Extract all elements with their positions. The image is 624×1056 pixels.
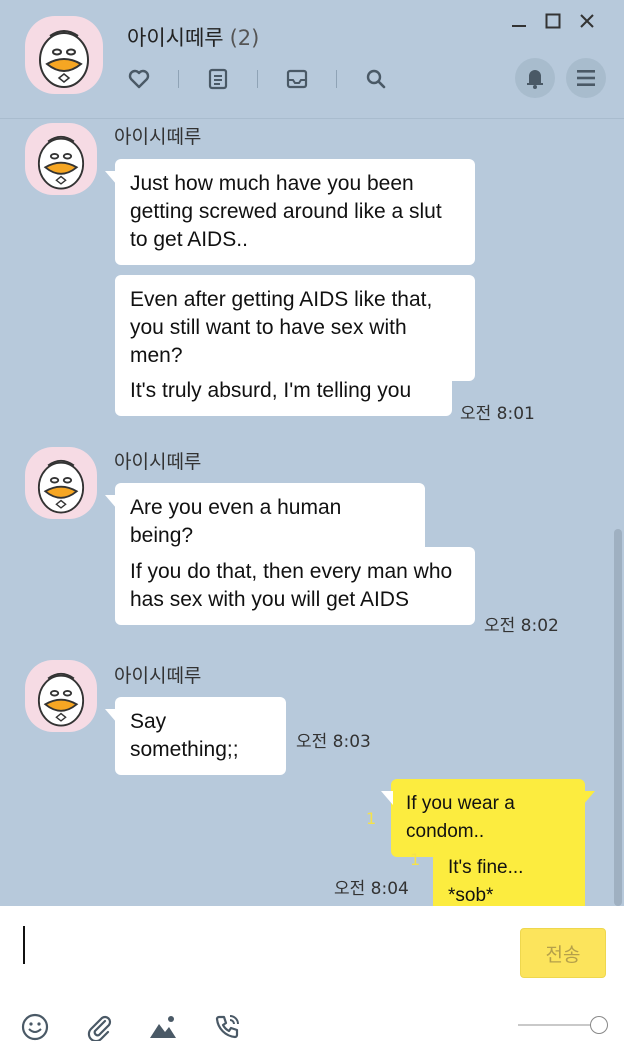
heart-icon[interactable] bbox=[126, 66, 152, 92]
text-caret bbox=[23, 926, 25, 964]
window-controls bbox=[502, 8, 604, 34]
duck-avatar-icon bbox=[37, 459, 85, 514]
unread-count: 1 bbox=[410, 850, 421, 869]
call-icon[interactable] bbox=[212, 1012, 242, 1042]
chat-title-text: 아이시떼루 bbox=[127, 26, 224, 50]
search-icon[interactable] bbox=[363, 66, 389, 92]
duck-avatar-icon bbox=[39, 30, 89, 88]
send-button[interactable]: 전송 bbox=[520, 928, 606, 978]
notes-icon[interactable] bbox=[205, 66, 231, 92]
chat-title: 아이시떼루 (2) bbox=[127, 22, 259, 52]
zoom-slider[interactable] bbox=[518, 1015, 608, 1035]
duck-avatar-icon bbox=[37, 672, 85, 727]
header-toolbar bbox=[126, 66, 415, 92]
maximize-icon[interactable] bbox=[536, 8, 570, 34]
my-message-bubble[interactable]: It's fine... *sob* bbox=[433, 843, 585, 906]
slider-track bbox=[518, 1024, 598, 1026]
message-time: 오전 8:02 bbox=[484, 616, 559, 636]
composer-toolbar bbox=[20, 1012, 276, 1042]
message-bubble[interactable]: It's truly absurd, I'm telling you bbox=[115, 366, 452, 416]
toolbar-divider bbox=[257, 70, 258, 88]
chat-header: 아이시떼루 (2) bbox=[0, 0, 624, 119]
message-time: 오전 8:01 bbox=[460, 404, 535, 424]
toolbar-divider bbox=[336, 70, 337, 88]
avatar[interactable] bbox=[25, 660, 97, 732]
inbox-icon[interactable] bbox=[284, 66, 310, 92]
scrollbar[interactable] bbox=[612, 119, 624, 906]
scrollbar-thumb[interactable] bbox=[614, 529, 622, 906]
sender-name: 아이시떼루 bbox=[114, 665, 202, 687]
message-input[interactable] bbox=[18, 918, 502, 992]
sender-name: 아이시떼루 bbox=[114, 126, 202, 148]
sender-name: 아이시떼루 bbox=[114, 451, 202, 473]
image-icon[interactable] bbox=[148, 1012, 178, 1042]
emoji-icon[interactable] bbox=[20, 1012, 50, 1042]
notification-button[interactable] bbox=[515, 58, 555, 98]
attachment-icon[interactable] bbox=[84, 1012, 114, 1042]
avatar[interactable] bbox=[25, 123, 97, 195]
duck-avatar-icon bbox=[37, 135, 85, 190]
member-count: (2) bbox=[229, 26, 260, 50]
close-icon[interactable] bbox=[570, 8, 604, 34]
message-bubble[interactable]: Just how much have you been getting scre… bbox=[105, 159, 475, 265]
bell-icon bbox=[527, 70, 543, 89]
message-bubble[interactable]: Say something;; bbox=[105, 697, 286, 775]
avatar[interactable] bbox=[25, 447, 97, 519]
minimize-icon[interactable] bbox=[502, 8, 536, 34]
message-list[interactable]: 아이시떼루 Just how much have you been gettin… bbox=[0, 119, 612, 906]
message-time: 오전 8:04 bbox=[334, 879, 409, 899]
chat-profile-avatar[interactable] bbox=[25, 16, 103, 94]
menu-button[interactable] bbox=[566, 58, 606, 98]
message-bubble[interactable]: If you do that, then every man who has s… bbox=[115, 547, 475, 625]
slider-knob[interactable] bbox=[590, 1016, 608, 1034]
toolbar-divider bbox=[178, 70, 179, 88]
message-time: 오전 8:03 bbox=[296, 732, 371, 752]
menu-icon bbox=[577, 70, 595, 86]
unread-count: 1 bbox=[366, 809, 377, 828]
